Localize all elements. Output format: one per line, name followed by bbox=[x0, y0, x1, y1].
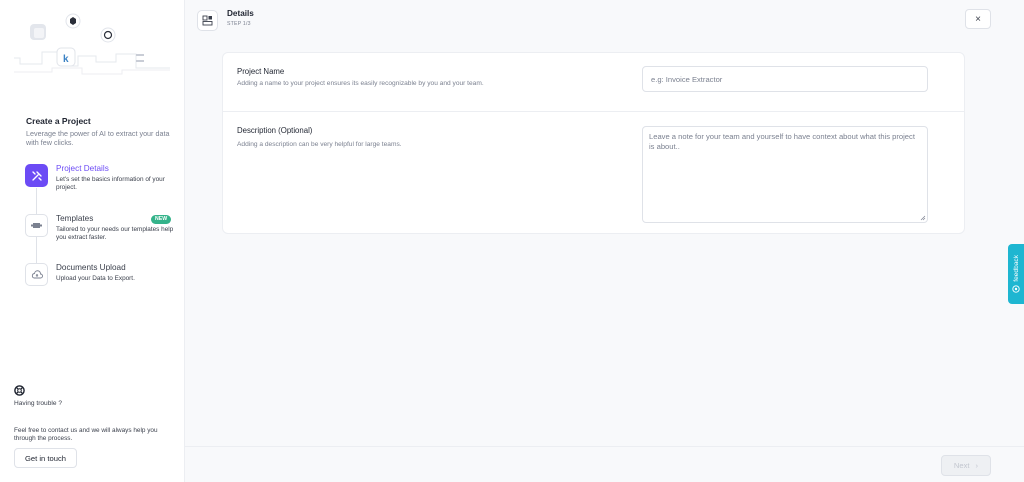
step-desc: Tailored to your needs our templates hel… bbox=[56, 226, 174, 242]
chevron-right-icon: › bbox=[975, 461, 979, 470]
description-help: Adding a description can be very helpful… bbox=[237, 141, 402, 148]
new-badge: NEW bbox=[151, 215, 172, 224]
page-title: Details bbox=[227, 9, 254, 18]
footer-bar bbox=[185, 446, 1024, 482]
step-title: Templates bbox=[56, 214, 94, 223]
resize-grip-icon[interactable] bbox=[920, 215, 926, 221]
close-button[interactable]: × bbox=[965, 9, 991, 29]
step-connector bbox=[36, 188, 37, 214]
create-project-desc: Leverage the power of AI to extract your… bbox=[26, 129, 170, 147]
sidebar: k Create a Project Leverage the power of… bbox=[0, 0, 185, 482]
step-indicator: STEP 1/3 bbox=[227, 21, 251, 27]
template-icon bbox=[25, 214, 48, 237]
step-desc: Upload your Data to Export. bbox=[56, 275, 135, 282]
project-name-label: Project Name bbox=[237, 67, 285, 76]
create-project-title: Create a Project bbox=[26, 116, 91, 126]
row-divider bbox=[223, 111, 964, 112]
onboarding-illustration: k bbox=[14, 13, 170, 75]
project-details-card: Project Name Adding a name to your proje… bbox=[222, 52, 965, 234]
next-button[interactable]: Next › bbox=[941, 455, 991, 476]
lifebuoy-icon bbox=[14, 385, 25, 396]
wand-tools-icon bbox=[25, 164, 48, 187]
step-title: Project Details bbox=[56, 164, 109, 173]
having-trouble-label: Having trouble ? bbox=[14, 400, 63, 407]
close-icon: × bbox=[975, 13, 981, 25]
feedback-tab[interactable]: feedback bbox=[1008, 244, 1024, 304]
details-icon bbox=[197, 10, 218, 31]
brand-letter: k bbox=[63, 54, 69, 65]
feedback-icon bbox=[1012, 285, 1020, 294]
project-name-input[interactable] bbox=[642, 66, 928, 92]
cloud-upload-icon bbox=[25, 263, 48, 286]
feedback-label: feedback bbox=[1012, 254, 1020, 282]
get-in-touch-button[interactable]: Get in touch bbox=[14, 448, 77, 468]
description-label: Description (Optional) bbox=[237, 126, 313, 135]
project-name-help: Adding a name to your project ensures it… bbox=[237, 80, 484, 87]
step-title: Documents Upload bbox=[56, 263, 126, 272]
description-textarea[interactable] bbox=[642, 126, 928, 223]
step-desc: Let's set the basics information of your… bbox=[56, 176, 165, 192]
contact-text: Feel free to contact us and we will alwa… bbox=[14, 427, 158, 442]
next-label: Next bbox=[953, 461, 970, 470]
step-connector bbox=[36, 237, 37, 263]
